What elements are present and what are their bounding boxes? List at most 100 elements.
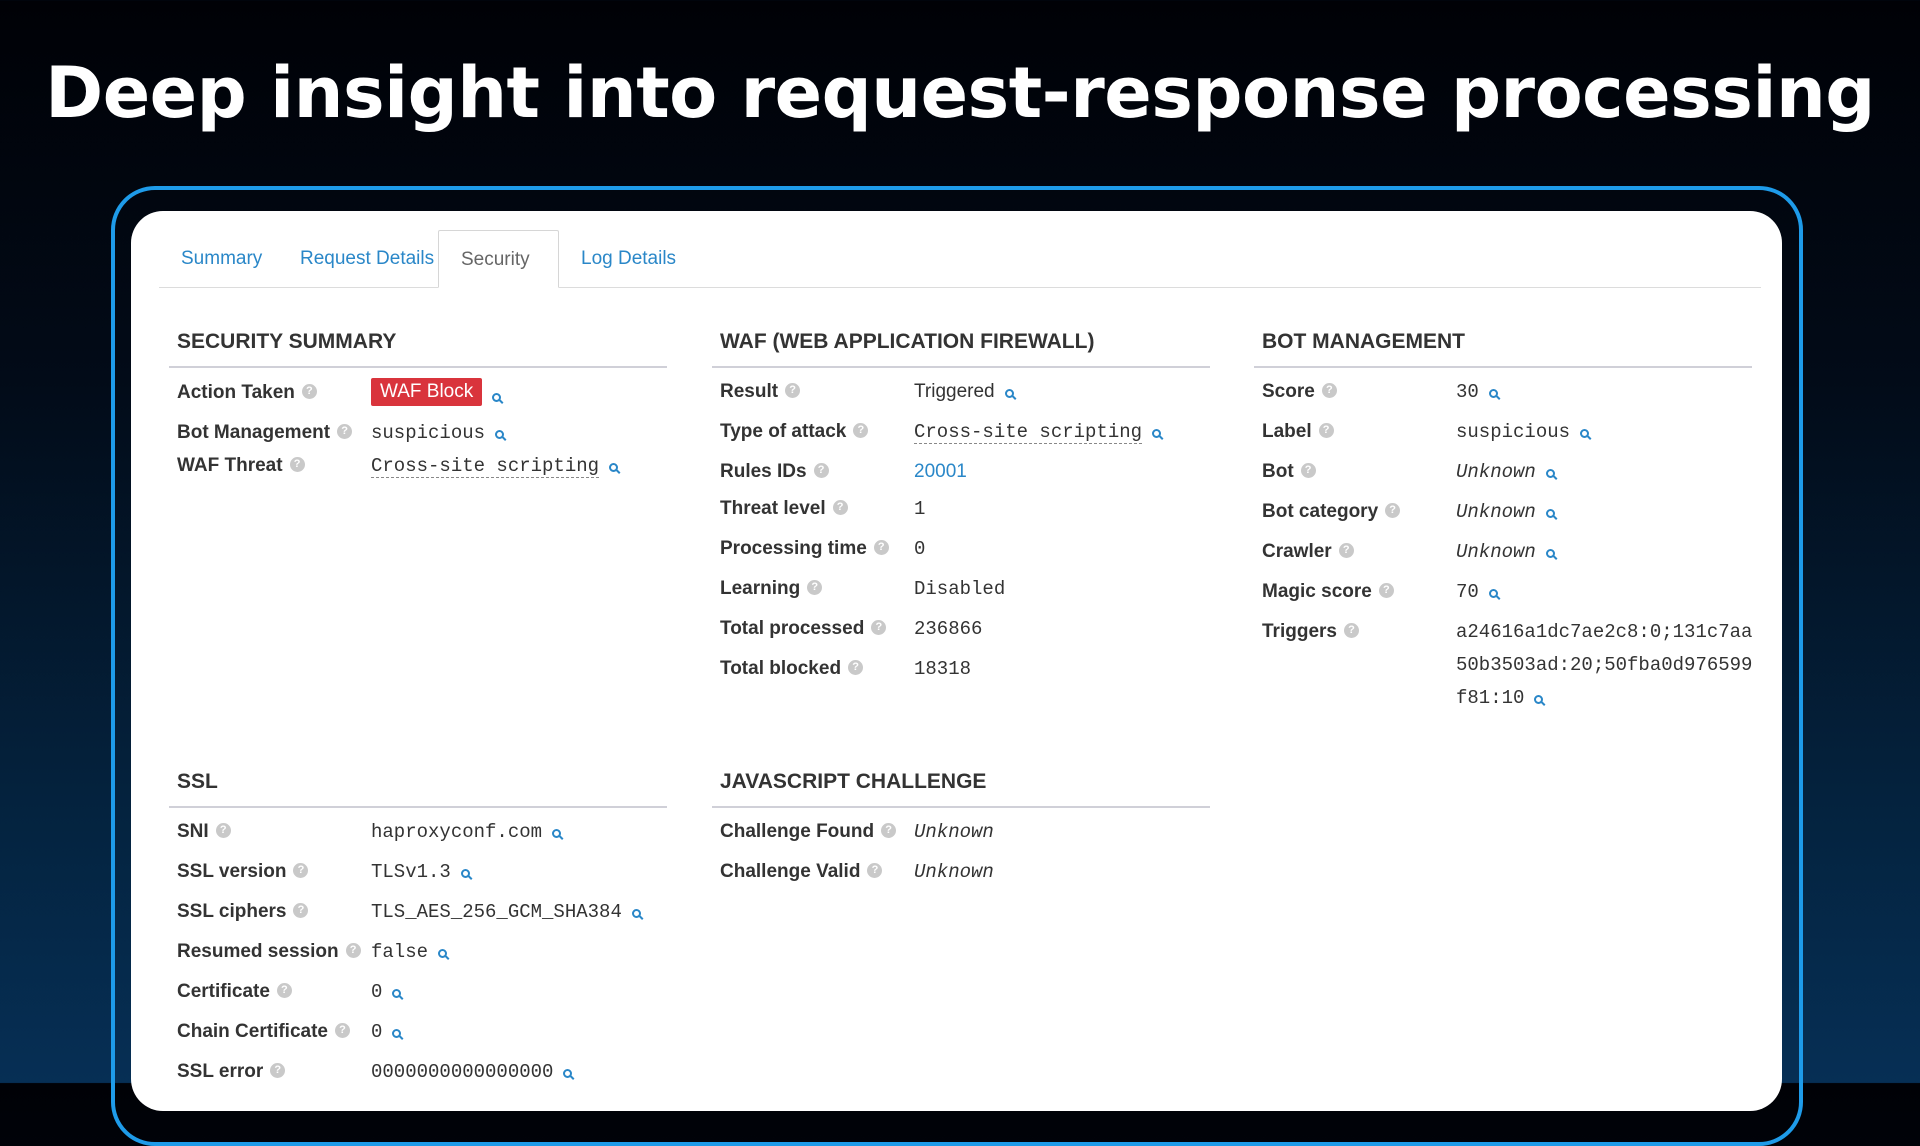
help-icon[interactable]: ? xyxy=(848,660,864,676)
help-icon[interactable]: ? xyxy=(1378,583,1394,599)
magnifier-icon[interactable] xyxy=(631,909,641,918)
magnifier-icon[interactable] xyxy=(1580,429,1590,438)
row-value: 70 xyxy=(1456,581,1498,603)
row-value: 0 xyxy=(371,1021,402,1043)
magnifier-icon[interactable] xyxy=(1004,389,1014,398)
help-icon[interactable]: ? xyxy=(215,823,231,839)
waf-title: WAF (WEB APPLICATION FIREWALL) xyxy=(712,327,1210,368)
help-icon[interactable]: ? xyxy=(276,983,292,999)
help-icon[interactable]: ? xyxy=(813,463,829,479)
row-value: 1 xyxy=(914,498,926,520)
row-value: Unknown xyxy=(1456,541,1555,563)
row-value: false xyxy=(371,941,448,963)
row-label: Score? xyxy=(1262,381,1337,403)
row-label: Challenge Valid? xyxy=(720,861,883,883)
help-icon[interactable]: ? xyxy=(871,620,887,636)
magnifier-icon[interactable] xyxy=(492,393,502,402)
row-label: SSL ciphers? xyxy=(177,901,309,923)
row-label: Result? xyxy=(720,381,801,403)
help-icon[interactable]: ? xyxy=(1338,543,1354,559)
magnifier-icon[interactable] xyxy=(1534,695,1544,704)
magnifier-icon[interactable] xyxy=(1545,509,1555,518)
magnifier-icon[interactable] xyxy=(552,829,562,838)
help-icon[interactable]: ? xyxy=(345,943,361,959)
row-label: Triggers? xyxy=(1262,621,1359,643)
magnifier-icon[interactable] xyxy=(1545,469,1555,478)
row-label: Resumed session? xyxy=(177,941,361,963)
tab-summary[interactable]: Summary xyxy=(159,230,284,286)
help-icon[interactable]: ? xyxy=(1300,463,1316,479)
help-icon[interactable]: ? xyxy=(853,423,869,439)
help-icon[interactable]: ? xyxy=(293,863,309,879)
magnifier-icon[interactable] xyxy=(495,430,505,439)
help-icon[interactable]: ? xyxy=(337,424,353,440)
help-icon[interactable]: ? xyxy=(832,500,848,516)
help-icon[interactable]: ? xyxy=(1321,383,1337,399)
row-label: Label? xyxy=(1262,421,1334,443)
row-value: 30 xyxy=(1456,381,1498,403)
help-icon[interactable]: ? xyxy=(867,863,883,879)
help-icon[interactable]: ? xyxy=(785,383,801,399)
magnifier-icon[interactable] xyxy=(392,989,402,998)
row-label: Certificate? xyxy=(177,981,292,1003)
row-label: Bot category? xyxy=(1262,501,1401,523)
row-value: 0000000000000000 xyxy=(371,1061,573,1083)
magnifier-icon[interactable] xyxy=(392,1029,402,1038)
details-panel: Summary Request Details Security Log Det… xyxy=(131,211,1782,1111)
row-label: Action Taken? xyxy=(177,382,317,404)
help-icon[interactable]: ? xyxy=(289,457,305,473)
row-value: Unknown xyxy=(1456,461,1555,483)
help-icon[interactable]: ? xyxy=(1385,503,1401,519)
waf-block-badge: WAF Block xyxy=(371,378,483,406)
row-value: 0 xyxy=(371,981,402,1003)
row-value: Triggered xyxy=(914,381,1014,403)
row-label: Total blocked? xyxy=(720,658,864,680)
row-label: Learning? xyxy=(720,578,823,600)
magnifier-icon[interactable] xyxy=(1488,389,1498,398)
help-icon[interactable]: ? xyxy=(293,903,309,919)
js-challenge-title: JAVASCRIPT CHALLENGE xyxy=(712,767,1210,808)
row-label: Crawler? xyxy=(1262,541,1354,563)
row-label: Processing time? xyxy=(720,538,889,560)
row-label: WAF Threat? xyxy=(177,455,305,477)
tab-bar: Summary Request Details Security Log Det… xyxy=(159,230,1761,288)
help-icon[interactable]: ? xyxy=(873,540,889,556)
rule-id-link[interactable]: 20001 xyxy=(914,461,967,483)
row-value: Unknown xyxy=(1456,501,1555,523)
help-icon[interactable]: ? xyxy=(301,384,317,400)
help-icon[interactable]: ? xyxy=(1318,423,1334,439)
row-value: Unknown xyxy=(914,821,994,843)
tab-request-details[interactable]: Request Details xyxy=(278,230,456,286)
bot-management-section: BOT MANAGEMENT Score? 30 Label? suspicio… xyxy=(1254,327,1752,709)
magnifier-icon[interactable] xyxy=(563,1069,573,1078)
row-value: haproxyconf.com xyxy=(371,821,562,843)
magnifier-icon[interactable] xyxy=(1545,549,1555,558)
magnifier-icon[interactable] xyxy=(1488,589,1498,598)
magnifier-icon[interactable] xyxy=(609,463,619,472)
row-label: Threat level? xyxy=(720,498,848,520)
help-icon[interactable]: ? xyxy=(270,1063,286,1079)
js-challenge-section: JAVASCRIPT CHALLENGE Challenge Found? Un… xyxy=(712,767,1210,883)
row-label: Type of attack? xyxy=(720,421,869,443)
row-value: 236866 xyxy=(914,618,983,640)
row-label: Rules IDs? xyxy=(720,461,829,483)
row-value: Unknown xyxy=(914,861,994,883)
magnifier-icon[interactable] xyxy=(1152,429,1162,438)
tab-security[interactable]: Security xyxy=(438,230,559,288)
help-icon[interactable]: ? xyxy=(334,1023,350,1039)
help-icon[interactable]: ? xyxy=(807,580,823,596)
magnifier-icon[interactable] xyxy=(438,949,448,958)
row-value: WAF Block xyxy=(371,378,502,410)
row-value: suspicious xyxy=(371,422,505,444)
row-value: 18318 xyxy=(914,658,972,680)
row-label: Magic score? xyxy=(1262,581,1394,603)
row-value: a24616a1dc7ae2c8:0;131c7aa50b3503ad:20;5… xyxy=(1456,621,1753,709)
magnifier-icon[interactable] xyxy=(460,869,470,878)
tab-log-details[interactable]: Log Details xyxy=(559,230,698,286)
help-icon[interactable]: ? xyxy=(1343,623,1359,639)
ssl-section: SSL SNI? haproxyconf.com SSL version? TL… xyxy=(169,767,667,1083)
help-icon[interactable]: ? xyxy=(881,823,897,839)
row-label: Bot? xyxy=(1262,461,1316,483)
row-value: suspicious xyxy=(1456,421,1590,443)
row-value: TLS_AES_256_GCM_SHA384 xyxy=(371,901,641,923)
